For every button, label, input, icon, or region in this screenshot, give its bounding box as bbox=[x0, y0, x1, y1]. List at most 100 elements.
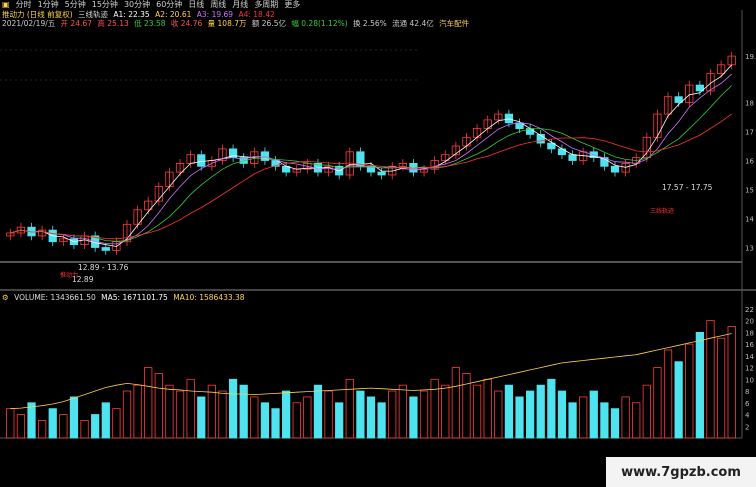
candle-body bbox=[568, 154, 577, 161]
volume-bar bbox=[80, 419, 89, 439]
bar-sector[interactable]: 汽车配件 bbox=[439, 19, 469, 28]
tab-1min[interactable]: 1分钟 bbox=[38, 0, 59, 10]
volume-info: ⚙ VOLUME: 1343661.50 MA5: 1671101.75 MA1… bbox=[2, 293, 248, 302]
volume-bar bbox=[494, 390, 503, 439]
volume-bar bbox=[69, 396, 79, 439]
tab-weekly[interactable]: 周线 bbox=[210, 0, 226, 10]
price-axis-label: 17 bbox=[745, 129, 754, 137]
price-axis-label: 15 bbox=[745, 187, 754, 195]
watermark: www.7gpzb.com bbox=[606, 457, 756, 487]
volume-value: VOLUME: 1343661.50 bbox=[14, 293, 96, 302]
candle-body bbox=[610, 165, 620, 173]
volume-bar bbox=[197, 396, 206, 439]
volume-axis-label: 20 bbox=[745, 318, 754, 326]
volume-bar bbox=[685, 343, 694, 439]
volume-axis-label: 8 bbox=[745, 388, 749, 396]
volume-bar bbox=[207, 384, 216, 439]
tab-more[interactable]: 更多 bbox=[284, 0, 300, 10]
volume-axis-label: 12 bbox=[745, 365, 754, 373]
volume-bar bbox=[504, 384, 514, 439]
volume-bar bbox=[239, 384, 248, 439]
volume-bar bbox=[292, 402, 301, 439]
moving-averages bbox=[10, 64, 732, 247]
volume-bar bbox=[122, 390, 132, 439]
bar-high: 高 25.13 bbox=[97, 19, 129, 28]
bar-open: 开 24.67 bbox=[60, 19, 93, 28]
volume-bar bbox=[579, 396, 588, 439]
price-axis: 19.6 18 17 16 15 14 13 bbox=[745, 53, 756, 252]
volume-bar bbox=[38, 419, 47, 439]
tab-daily[interactable]: 日线 bbox=[188, 0, 204, 10]
volume-bar bbox=[144, 367, 153, 439]
candle-body bbox=[504, 113, 514, 124]
bar-date: 2021/02/19/五 bbox=[2, 19, 56, 28]
tab-30min[interactable]: 30分钟 bbox=[124, 0, 150, 10]
candle-body bbox=[101, 247, 110, 251]
candle-body bbox=[377, 171, 386, 176]
volume-bar bbox=[218, 390, 227, 439]
tab-60min[interactable]: 60分钟 bbox=[156, 0, 182, 10]
price-axis-label: 16 bbox=[745, 158, 754, 166]
tab-intraday[interactable]: 分时 bbox=[16, 0, 32, 10]
volume-bar bbox=[303, 396, 312, 439]
low-marker-label: 推动力 bbox=[60, 272, 79, 279]
volume-axis-label: 2 bbox=[745, 423, 749, 431]
volume-bar bbox=[175, 390, 185, 439]
volume-bar bbox=[716, 337, 726, 439]
volume-bar bbox=[409, 396, 418, 439]
volume-bar bbox=[260, 402, 270, 439]
volume-bar bbox=[398, 384, 407, 439]
volume-bar bbox=[451, 367, 460, 439]
candlestick-series bbox=[6, 51, 736, 255]
volume-bar bbox=[48, 408, 57, 439]
a1-value: A1: 22.35 bbox=[113, 10, 150, 19]
volume-bar bbox=[621, 396, 630, 439]
layout-icon[interactable]: ▣ bbox=[2, 0, 10, 10]
main-title: 推动力 (日线 前复权) bbox=[2, 10, 73, 19]
volume-bar bbox=[335, 402, 344, 439]
a2-value: A2: 20.61 bbox=[155, 10, 192, 19]
volume-bar bbox=[441, 384, 450, 439]
tab-5min[interactable]: 5分钟 bbox=[65, 0, 86, 10]
chart-grid bbox=[0, 10, 756, 439]
tab-multi-period[interactable]: 多周期 bbox=[254, 0, 278, 10]
bar-change: 幅 0.28(1.12%) bbox=[291, 19, 348, 28]
main-indicator-info: 推动力 (日线 前复权) 三线轨迹 A1: 22.35 A2: 20.61 A3… bbox=[2, 10, 278, 19]
volume-axis: 22 20 18 16 14 12 10 8 6 4 2 bbox=[745, 306, 754, 431]
period-toolbar: ▣ 分时 1分钟 5分钟 15分钟 30分钟 60分钟 日线 周线 月线 多周期… bbox=[0, 0, 756, 10]
volume-bar bbox=[324, 390, 333, 439]
volume-axis-label: 22 bbox=[745, 306, 754, 314]
volume-bar bbox=[6, 408, 15, 439]
volume-bar bbox=[27, 402, 36, 439]
bar-close: 收 24.76 bbox=[170, 19, 203, 28]
volume-bar bbox=[536, 384, 545, 439]
volume-bar bbox=[388, 390, 397, 439]
gear-icon[interactable]: ⚙ bbox=[2, 293, 9, 302]
volume-bar bbox=[313, 384, 323, 439]
a4-value: A4: 18.42 bbox=[238, 10, 275, 19]
volume-bar bbox=[228, 378, 238, 439]
volume-axis-label: 6 bbox=[745, 400, 750, 408]
volume-bar bbox=[674, 361, 683, 439]
bar-info: 2021/02/19/五 开 24.67 高 25.13 低 23.58 收 2… bbox=[2, 19, 472, 28]
volume-bars bbox=[6, 320, 736, 439]
watermark-text: www.7gpzb.com bbox=[621, 464, 741, 480]
bar-amount: 额 26.5亿 bbox=[251, 19, 286, 28]
volume-bar bbox=[727, 326, 736, 439]
bar-low: 低 23.58 bbox=[134, 19, 166, 28]
volume-bar bbox=[695, 331, 704, 439]
volume-bar bbox=[345, 378, 354, 439]
bar-volume: 量 108.7万 bbox=[207, 19, 247, 28]
chart-canvas: 19.6 18 17 16 15 14 13 22 20 18 16 14 12 10 8 6 4 2 bbox=[0, 10, 756, 439]
volume-bar bbox=[653, 367, 662, 439]
volume-bar bbox=[282, 390, 291, 439]
volume-axis-label: 14 bbox=[745, 353, 754, 361]
volume-bar bbox=[356, 390, 365, 439]
tab-monthly[interactable]: 月线 bbox=[232, 0, 248, 10]
low-range-label: 12.89 - 13.76 bbox=[78, 263, 129, 272]
volume-bar bbox=[568, 402, 577, 439]
indicator-name[interactable]: 三线轨迹 bbox=[78, 10, 108, 19]
volume-bar bbox=[589, 390, 598, 439]
tab-15min[interactable]: 15分钟 bbox=[92, 0, 118, 10]
volume-bar bbox=[472, 384, 482, 439]
